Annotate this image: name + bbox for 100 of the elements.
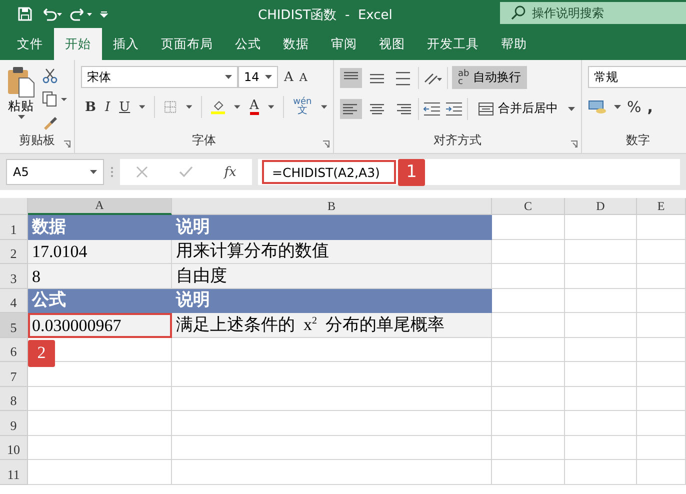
row-header[interactable]: 2 — [0, 240, 28, 264]
insert-function-button[interactable]: fx — [224, 164, 236, 180]
ribbon-tab[interactable]: 插入 — [102, 28, 150, 60]
search-icon — [510, 5, 526, 21]
table-cell — [637, 240, 686, 264]
dialog-launcher-icon[interactable] — [570, 140, 578, 148]
table-cell — [565, 288, 637, 313]
increase-font-size-button[interactable]: A — [284, 70, 294, 84]
row-header[interactable]: 7 — [0, 362, 28, 386]
font-color-button[interactable]: A — [250, 99, 259, 115]
table-cell — [637, 436, 686, 460]
ribbon-tab[interactable]: 公式 — [224, 28, 272, 60]
comma-style-button[interactable]: , — [647, 98, 653, 116]
ribbon-tab[interactable]: 开发工具 — [416, 28, 490, 60]
column-header[interactable]: B — [172, 198, 492, 215]
table-cell — [637, 215, 686, 240]
scissors-icon[interactable] — [42, 68, 58, 84]
increase-indent-icon[interactable] — [445, 100, 463, 116]
ribbon-tab[interactable]: 审阅 — [320, 28, 368, 60]
more-options-icon — [110, 165, 114, 179]
caret-icon — [614, 105, 621, 109]
column-header[interactable]: D — [565, 198, 637, 215]
table-cell — [565, 460, 637, 484]
ribbon-tab[interactable]: 开始 — [54, 28, 102, 60]
phonetic-guide-button[interactable]: wén 文 — [293, 98, 312, 116]
ribbon-tab[interactable]: 帮助 — [490, 28, 538, 60]
row-header[interactable]: 10 — [0, 436, 28, 460]
table-cell — [565, 264, 637, 288]
redo-icon[interactable] — [70, 7, 92, 21]
table-cell — [565, 362, 637, 386]
dialog-launcher-icon[interactable] — [322, 140, 330, 148]
decrease-font-size-button[interactable]: A — [299, 70, 308, 84]
number-format-dropdown[interactable]: 常规 — [588, 66, 686, 88]
underline-button[interactable]: U — [119, 100, 130, 114]
group-label: 数字 — [625, 132, 651, 149]
table-cell — [637, 460, 686, 484]
table-cell: 说明 — [172, 288, 492, 313]
table-cell — [565, 313, 637, 338]
name-box[interactable]: A5 — [6, 159, 104, 185]
table-cell — [637, 313, 686, 338]
row-header[interactable]: 11 — [0, 460, 28, 484]
table-cell: 17.0104 — [28, 240, 172, 264]
row-header[interactable]: 4 — [0, 288, 28, 313]
borders-icon[interactable] — [164, 100, 177, 114]
percent-style-button[interactable]: % — [627, 98, 642, 116]
caret-icon — [139, 105, 146, 109]
row-header[interactable]: 8 — [0, 386, 28, 411]
decrease-indent-icon[interactable] — [423, 100, 441, 116]
ribbon-tab[interactable]: 页面布局 — [150, 28, 224, 60]
table-cell — [637, 264, 686, 288]
row-header[interactable]: 6 — [0, 338, 28, 362]
group-label: 字体 — [191, 132, 217, 149]
format-painter-icon[interactable] — [42, 114, 58, 130]
caret-icon — [320, 105, 327, 109]
dialog-launcher-icon[interactable] — [63, 140, 71, 148]
column-header[interactable]: E — [637, 198, 686, 215]
currency-icon[interactable] — [588, 99, 608, 115]
ribbon-tab[interactable]: 文件 — [6, 28, 54, 60]
table-cell: 0.030000967 — [28, 313, 172, 338]
column-header[interactable]: C — [492, 198, 565, 215]
row-header[interactable]: 3 — [0, 264, 28, 288]
font-name-dropdown[interactable]: 宋体 — [81, 66, 238, 88]
copy-icon[interactable] — [42, 91, 68, 107]
table-cell: 公式 — [28, 288, 172, 313]
table-cell: 8 — [28, 264, 172, 288]
callout-badge: 2 — [28, 340, 55, 366]
caret-icon — [568, 106, 575, 110]
table-cell — [637, 362, 686, 386]
paste-button[interactable]: 粘贴 — [6, 66, 36, 119]
row-header[interactable]: 5 — [0, 313, 28, 338]
fill-color-icon[interactable] — [210, 99, 226, 115]
table-cell: 数据 — [28, 215, 172, 240]
table-cell — [565, 386, 637, 411]
merge-center-button[interactable]: 合并后居中 — [472, 97, 564, 120]
table-cell — [637, 411, 686, 436]
align-left-button[interactable] — [340, 98, 362, 118]
caret-icon — [225, 75, 232, 79]
group-label: 对齐方式 — [432, 132, 482, 149]
checkmark-icon[interactable] — [178, 166, 193, 178]
save-icon[interactable] — [18, 7, 32, 21]
italic-button[interactable]: I — [105, 100, 110, 114]
merge-icon — [478, 102, 494, 116]
top-align-button[interactable] — [340, 68, 362, 88]
table-cell — [565, 338, 637, 362]
row-header[interactable]: 1 — [0, 215, 28, 240]
formula-field[interactable]: =CHIDIST(A2,A3) — [262, 160, 396, 184]
search-field[interactable]: 操作说明搜索 — [500, 2, 686, 24]
caret-icon — [268, 105, 274, 109]
caret-icon — [90, 170, 97, 174]
row-header[interactable]: 9 — [0, 411, 28, 436]
table-cell — [565, 436, 637, 460]
customize-toolbar-icon[interactable] — [100, 10, 108, 18]
bold-button[interactable]: B — [85, 100, 96, 114]
font-size-dropdown[interactable]: 14 — [238, 66, 278, 88]
ribbon-tab[interactable]: 数据 — [272, 28, 320, 60]
table-cell — [565, 215, 637, 240]
table-cell: 满足上述条件的 x$^{2}$ 分布的单尾概率 — [172, 313, 492, 338]
column-header[interactable]: A — [28, 198, 172, 215]
ribbon-tab[interactable]: 视图 — [368, 28, 416, 60]
clipboard-icon — [6, 66, 36, 98]
